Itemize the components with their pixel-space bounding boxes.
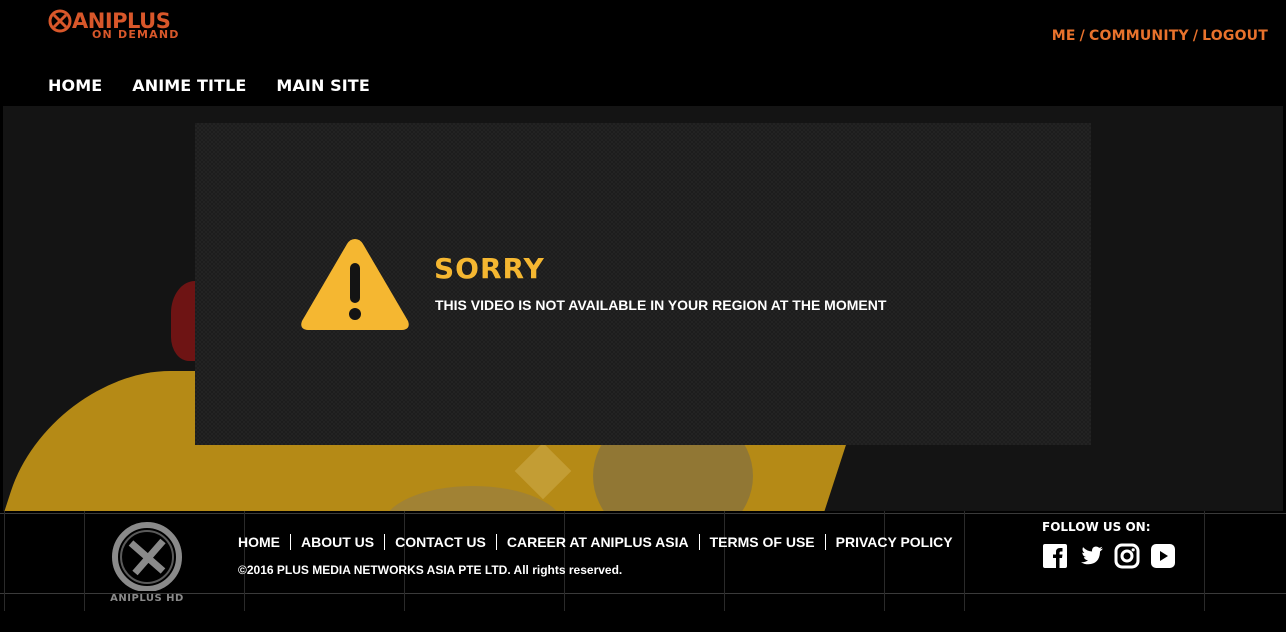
facebook-icon[interactable] xyxy=(1042,543,1068,569)
aniplus-logo[interactable]: ANIPLUS ON DEMAND xyxy=(48,9,198,43)
footer-logo[interactable]: ANIPLUS HD xyxy=(105,519,189,611)
footer-grid-line xyxy=(884,511,885,611)
social-links xyxy=(1042,543,1176,569)
logo-subtitle: ON DEMAND xyxy=(92,28,180,41)
logout-link[interactable]: LOGOUT xyxy=(1202,28,1268,44)
aniplus-hd-logo-icon xyxy=(112,522,182,592)
footer-grid-line xyxy=(564,511,565,611)
instagram-icon[interactable] xyxy=(1114,543,1140,569)
nav-main-site[interactable]: MAIN SITE xyxy=(276,76,369,95)
site-footer: ANIPLUS HD HOME ABOUT US CONTACT US CARE… xyxy=(0,511,1286,632)
footer-link-about-us[interactable]: ABOUT US xyxy=(290,534,384,550)
footer-grid-line xyxy=(964,511,965,611)
footer-link-privacy[interactable]: PRIVACY POLICY xyxy=(824,534,963,550)
youtube-icon[interactable] xyxy=(1150,543,1176,569)
main-nav: HOME ANIME TITLE MAIN SITE xyxy=(48,76,370,95)
footer-link-contact-us[interactable]: CONTACT US xyxy=(384,534,496,550)
twitter-icon[interactable] xyxy=(1078,543,1104,569)
footer-link-career[interactable]: CAREER AT ANIPLUS ASIA xyxy=(495,534,699,550)
footer-grid-line xyxy=(1204,511,1205,611)
footer-logo-text: ANIPLUS HD xyxy=(110,593,184,604)
me-link[interactable]: ME xyxy=(1052,28,1076,44)
site-header: ANIPLUS ON DEMAND ME / COMMUNITY / LOGOUT HO… xyxy=(0,0,1286,105)
footer-link-terms[interactable]: TERMS OF USE xyxy=(698,534,825,550)
footer-grid-line xyxy=(84,511,85,611)
error-title: SORRY xyxy=(434,252,545,285)
region-error-panel: SORRY THIS VIDEO IS NOT AVAILABLE IN YOU… xyxy=(195,123,1091,445)
follow-us-label: FOLLOW US ON: xyxy=(1042,520,1151,534)
aniplus-logo-icon xyxy=(48,9,72,33)
error-message: THIS VIDEO IS NOT AVAILABLE IN YOUR REGI… xyxy=(435,297,887,313)
footer-grid-line xyxy=(404,511,405,611)
warning-icon xyxy=(301,239,409,330)
user-links-separator: / xyxy=(1079,28,1085,44)
community-link[interactable]: COMMUNITY xyxy=(1089,28,1189,44)
footer-grid-line xyxy=(724,511,725,611)
footer-link-home[interactable]: HOME xyxy=(238,534,290,550)
user-links-separator: / xyxy=(1192,28,1199,44)
footer-grid-line xyxy=(4,511,5,611)
footer-nav: HOME ABOUT US CONTACT US CAREER AT ANIPL… xyxy=(238,534,963,550)
user-links: ME / COMMUNITY / LOGOUT xyxy=(1052,28,1268,44)
copyright-text: ©2016 PLUS MEDIA NETWORKS ASIA PTE LTD. … xyxy=(238,563,623,577)
nav-home[interactable]: HOME xyxy=(48,76,102,95)
nav-anime-title[interactable]: ANIME TITLE xyxy=(132,76,246,95)
footer-grid-line xyxy=(244,511,245,611)
